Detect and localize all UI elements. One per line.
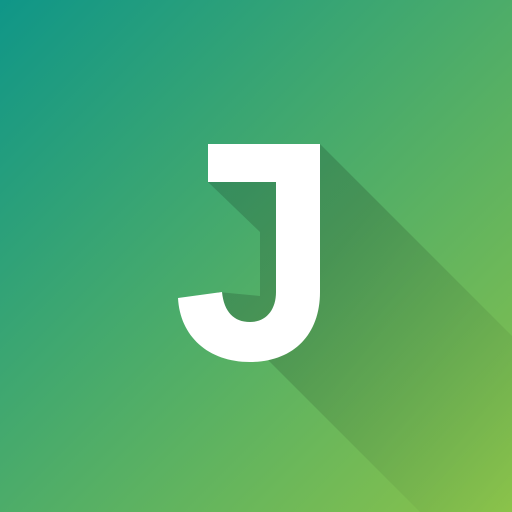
app-icon-tile: J xyxy=(0,0,512,512)
letter-j-glyph xyxy=(178,144,320,362)
letter-j-logo xyxy=(178,144,320,362)
